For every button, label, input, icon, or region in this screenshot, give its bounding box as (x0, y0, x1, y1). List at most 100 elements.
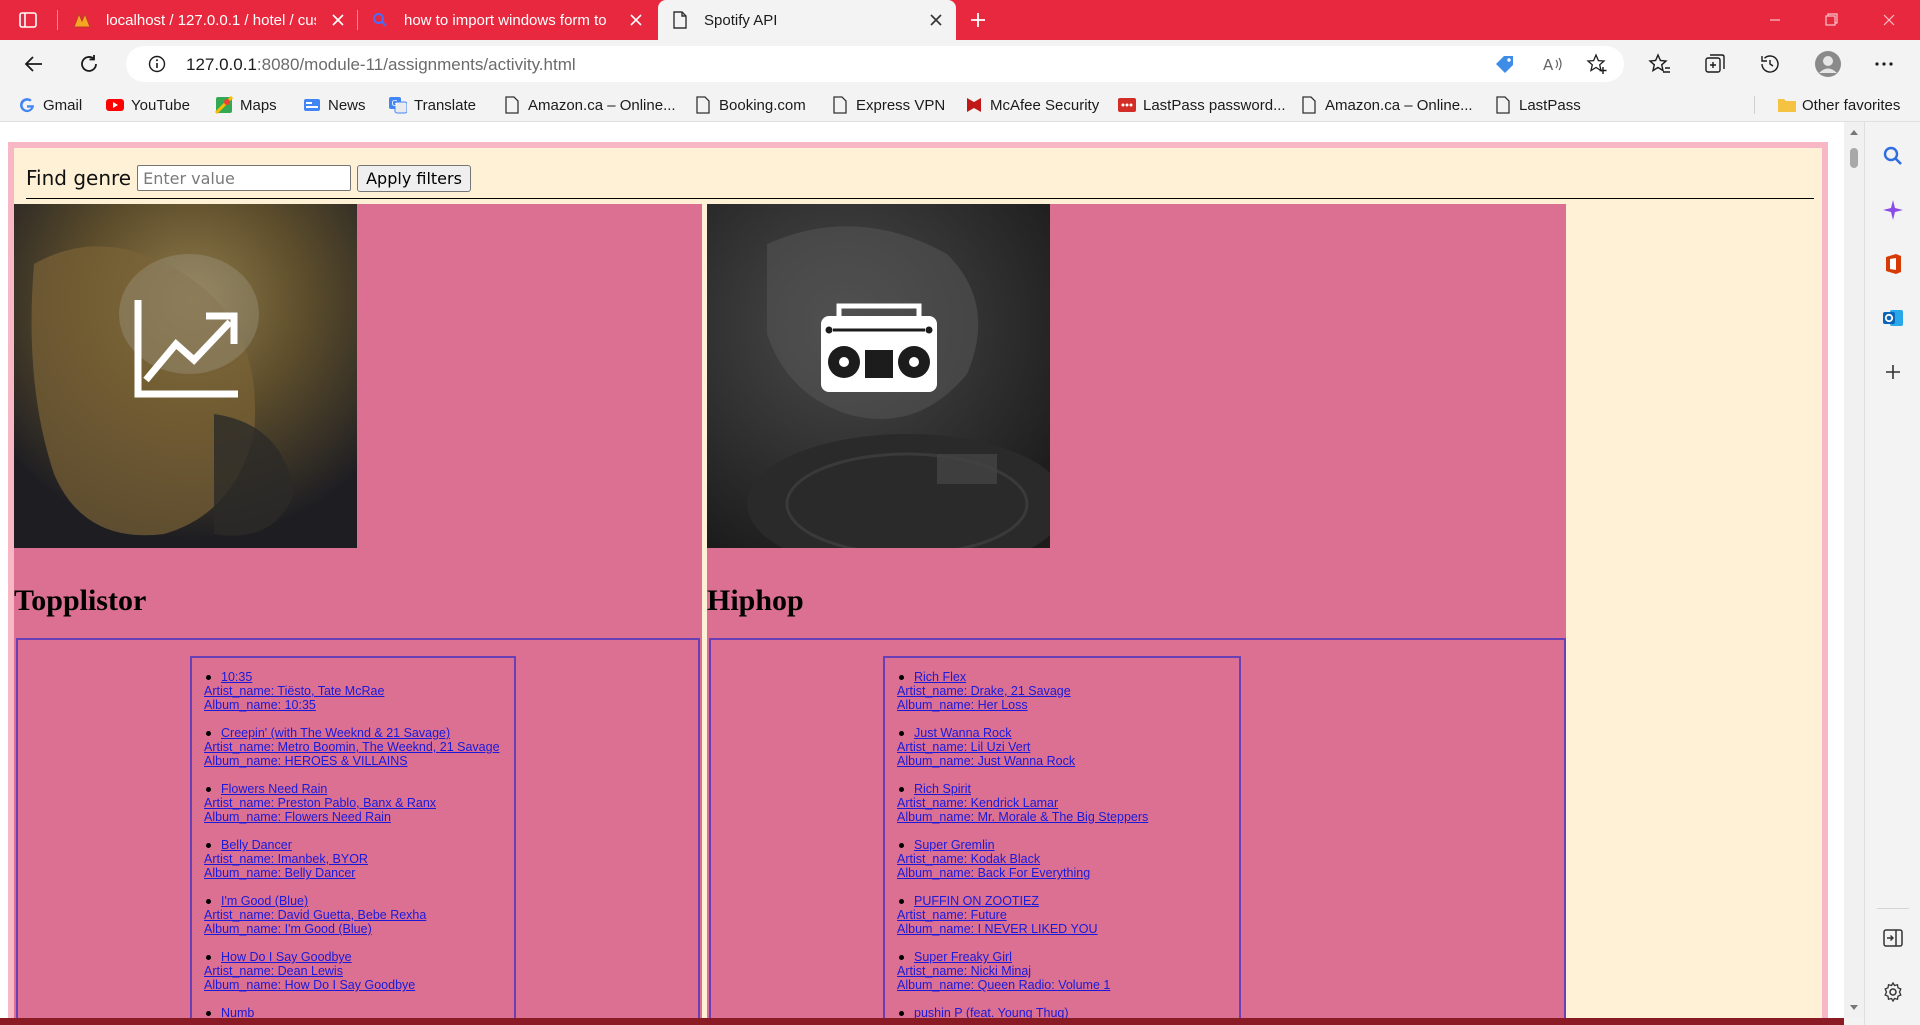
tab-actions-icon[interactable] (18, 10, 38, 30)
more-menu-icon[interactable] (1872, 52, 1896, 76)
track-album-link[interactable]: Album_name: Belly Dancer (204, 866, 502, 880)
bookmark-translate[interactable]: G Translate (389, 88, 476, 122)
bookmark-booking[interactable]: Booking.com (694, 88, 806, 122)
close-icon[interactable] (330, 12, 346, 28)
bookmark-news[interactable]: News (303, 88, 366, 122)
track-name-link[interactable]: 10:35 (204, 670, 502, 684)
track-artist-link[interactable]: Artist_name: Tiësto, Tate McRae (204, 684, 502, 698)
profile-avatar-icon[interactable] (1814, 50, 1842, 78)
apply-filters-button[interactable]: Apply filters (357, 164, 471, 192)
track-name-link[interactable]: Super Gremlin (897, 838, 1227, 852)
read-aloud-icon[interactable]: A (1542, 54, 1564, 74)
track-list-box: Rich Flex Artist_name: Drake, 21 Savage … (709, 638, 1566, 1018)
restore-icon[interactable] (1808, 0, 1854, 40)
page-scrollbar[interactable] (1844, 122, 1864, 1018)
bookmark-mcafee[interactable]: McAfee Security (965, 88, 1099, 122)
track-name-link[interactable]: pushin P (feat. Young Thug) (897, 1006, 1227, 1018)
track-name-link[interactable]: PUFFIN ON ZOOTIEZ (897, 894, 1227, 908)
other-favorites-label: Other favorites (1802, 96, 1901, 114)
track-artist-link[interactable]: Artist_name: David Guetta, Bebe Rexha (204, 908, 502, 922)
track-artist-link[interactable]: Artist_name: Nicki Minaj (897, 964, 1227, 978)
track-list-panel: Rich Flex Artist_name: Drake, 21 Savage … (883, 656, 1241, 1018)
address-bar[interactable]: 127.0.0.1:8080/module-11/assignments/act… (126, 46, 1624, 82)
new-tab-icon[interactable] (968, 10, 988, 30)
track-artist-link[interactable]: Artist_name: Future (897, 908, 1227, 922)
track-album-link[interactable]: Album_name: HEROES & VILLAINS (204, 754, 502, 768)
track-name-link[interactable]: How Do I Say Goodbye (204, 950, 502, 964)
tab-spotify-api[interactable]: Spotify API (658, 0, 956, 40)
track-name-link[interactable]: Super Freaky Girl (897, 950, 1227, 964)
bookmark-amazon-2[interactable]: Amazon.ca – Online... (1300, 88, 1473, 122)
track-artist-link[interactable]: Artist_name: Lil Uzi Vert (897, 740, 1227, 754)
close-icon[interactable] (928, 12, 944, 28)
other-favorites[interactable]: Other favorites (1777, 88, 1900, 122)
track-name-link[interactable]: Flowers Need Rain (204, 782, 502, 796)
track-artist-link[interactable]: Artist_name: Preston Pablo, Banx & Ranx (204, 796, 502, 810)
track-album-link[interactable]: Album_name: Queen Radio: Volume 1 (897, 978, 1227, 992)
back-icon[interactable] (22, 52, 46, 76)
track-album-link[interactable]: Album_name: Back For Everything (897, 866, 1227, 880)
genre-search-input[interactable] (137, 165, 352, 191)
track-artist-link[interactable]: Artist_name: Kodak Black (897, 852, 1227, 866)
hide-sidebar-icon[interactable] (1881, 926, 1905, 950)
track-artist-link[interactable]: Artist_name: Kendrick Lamar (897, 796, 1227, 810)
coupon-tag-icon[interactable] (1494, 54, 1516, 74)
track-name-link[interactable]: Just Wanna Rock (897, 726, 1227, 740)
add-favorite-icon[interactable] (1586, 53, 1608, 75)
track-artist-link[interactable]: Artist_name: Dean Lewis (204, 964, 502, 978)
tab-phpmyadmin[interactable]: localhost / 127.0.0.1 / hotel / cus (58, 0, 356, 40)
phpmyadmin-icon (72, 11, 92, 29)
bookmark-gmail[interactable]: Gmail (18, 88, 82, 122)
track-album-link[interactable]: Album_name: Just Wanna Rock (897, 754, 1227, 768)
bookmark-maps[interactable]: Maps (215, 88, 277, 122)
settings-gear-icon[interactable] (1881, 980, 1905, 1004)
refresh-icon[interactable] (77, 52, 101, 76)
favorites-icon[interactable] (1648, 52, 1672, 76)
outlook-icon[interactable] (1881, 306, 1905, 330)
close-icon[interactable] (628, 12, 644, 28)
bookmark-lastpass[interactable]: LastPass (1494, 88, 1581, 122)
info-icon[interactable] (148, 55, 166, 73)
bookmark-amazon-1[interactable]: Amazon.ca – Online... (503, 88, 676, 122)
google-icon (18, 96, 36, 114)
track-album-link[interactable]: Album_name: 10:35 (204, 698, 502, 712)
find-genre-label: Find genre (26, 166, 132, 190)
track-list-panel: 10:35 Artist_name: Tiësto, Tate McRae Al… (190, 656, 516, 1018)
bookmark-lastpass-manager[interactable]: LastPass password... (1118, 88, 1286, 122)
tab-bar: localhost / 127.0.0.1 / hotel / cus how … (0, 0, 1920, 40)
close-window-icon[interactable] (1866, 0, 1912, 40)
bookmark-youtube[interactable]: YouTube (106, 88, 190, 122)
track-name-link[interactable]: Creepin' (with The Weeknd & 21 Savage) (204, 726, 502, 740)
scroll-up-icon[interactable] (1849, 128, 1859, 136)
track-album-link[interactable]: Album_name: How Do I Say Goodbye (204, 978, 502, 992)
track-album-link[interactable]: Album_name: I'm Good (Blue) (204, 922, 502, 936)
folder-icon (1777, 96, 1796, 114)
collections-icon[interactable] (1703, 52, 1727, 76)
track-artist-link[interactable]: Artist_name: Drake, 21 Savage (897, 684, 1227, 698)
track-album-link[interactable]: Album_name: Mr. Morale & The Big Stepper… (897, 810, 1227, 824)
minimize-icon[interactable] (1752, 0, 1798, 40)
track-artist-link[interactable]: Artist_name: Metro Boomin, The Weeknd, 2… (204, 740, 502, 754)
navigation-bar: 127.0.0.1:8080/module-11/assignments/act… (0, 40, 1920, 88)
track-album-link[interactable]: Album_name: Flowers Need Rain (204, 810, 502, 824)
scroll-down-icon[interactable] (1849, 1004, 1859, 1012)
track-artist-link[interactable]: Artist_name: Imanbek, BYOR (204, 852, 502, 866)
track-name-link[interactable]: Rich Spirit (897, 782, 1227, 796)
track-name-link[interactable]: Belly Dancer (204, 838, 502, 852)
tab-search[interactable]: how to import windows form to (358, 0, 656, 40)
add-sidebar-app-icon[interactable] (1881, 360, 1905, 384)
track-album-link[interactable]: Album_name: I NEVER LIKED YOU (897, 922, 1227, 936)
bookmark-label: YouTube (131, 96, 190, 114)
scroll-thumb[interactable] (1850, 148, 1858, 168)
track-name-link[interactable]: Rich Flex (897, 670, 1227, 684)
track-album-link[interactable]: Album_name: Her Loss (897, 698, 1227, 712)
track-name-link[interactable]: Numb (204, 1006, 502, 1018)
history-icon[interactable] (1758, 52, 1782, 76)
track-name-link[interactable]: I'm Good (Blue) (204, 894, 502, 908)
bookmark-express-vpn[interactable]: Express VPN (831, 88, 945, 122)
genre-image-hiphop[interactable] (707, 204, 1050, 548)
genre-image-topplistor[interactable] (14, 204, 357, 548)
office-icon[interactable] (1881, 252, 1905, 276)
sidebar-search-icon[interactable] (1881, 144, 1905, 168)
copilot-icon[interactable] (1881, 198, 1905, 222)
